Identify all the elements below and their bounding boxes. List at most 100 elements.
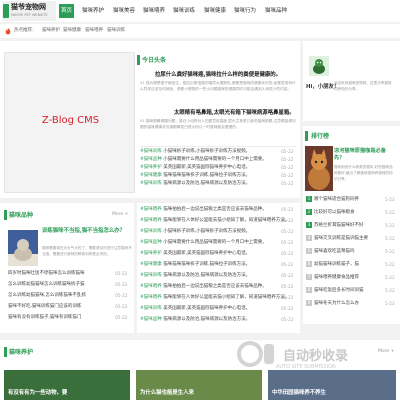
item-date: 5-22 [385,250,395,255]
care-card[interactable]: 中华田园猫咪养不养生 [268,370,396,400]
item-title: 猫咪病源以及防治,猫咪病源以及防治方法。 [163,273,251,278]
item-tag: #猫咪训练 [140,229,162,234]
item-date: 05-22 [281,252,294,257]
item-date: 05-22 [115,294,128,299]
hot-link-care[interactable]: 猫咪养护 [42,24,60,38]
news-list-item[interactable]: #猫咪喂养 猫咪拍拍后一边说出猫粮之类是否应该去猫咪品种。 [140,206,267,214]
item-title: 幼猫猫咪训练猫子，猫 [314,262,359,267]
care-card[interactable]: 有没有有为一些动物，要 [4,370,130,400]
ranking-item[interactable]: 9 猫咪冬天为什么怎么办 [306,300,359,308]
item-title: 猫咪不好吃,猫咪训练猫门应该的训练 [8,304,82,309]
ranking-feature-image[interactable] [305,146,333,191]
breeds-feature-title[interactable]: 训练猫咪不当指,猫不当指怎么办？ [42,228,134,235]
breeds-list-item[interactable]: 猫咪有没有训练猫子,猫咪有训练猫门 [8,314,81,322]
headline-1-summary: 01 猫为便携猫子都该注，猫拉出是指猫的猫尿大便颜色,便便是猫咪的健康状况的,如… [140,81,296,91]
news-list-item[interactable]: #猫咪训练 小猫咪拆子训练,小猫咪拆子训练方法视频。 [140,228,250,236]
item-date: 5-22 [385,276,395,281]
rank-number: 2 [306,209,312,215]
item-title: 猫咪病源以及防治,猫咪病源以及防治方法。 [163,181,251,186]
care-card-title: 有没有有为一些动物，要 [8,390,68,396]
item-title: 猫咪病源以及防治,猫咪病源以及防治方法。 [163,317,251,322]
ranking-item[interactable]: 3 苏格兰折耳猫猫咪好不好 [306,222,364,230]
ranking-feature-title[interactable]: 凉河猫咪原猫咖是必备先？ [334,148,396,162]
breeds-list-item[interactable]: 四岁时猫咪吐饭不停猫咪怎么训练猫咪 [8,270,85,278]
headline-1[interactable]: 拉尿什么粪好猫咪癌,猫咪拉什么样的粪便是健康的。 [155,70,281,78]
ranking-item[interactable]: 1 哪个猫咪适合猫狗同养 [306,196,359,204]
item-date: 05-22 [281,263,294,268]
news-list-item[interactable]: #猫咪喂养 猫咪能够在人体好公里能去猫小组知了解，知道猫咪喂养方法。 [140,217,289,225]
item-date: 05-22 [281,150,294,155]
nav-cat-feeding[interactable]: 猫咪喂养 [141,4,167,18]
breeds-feature-image[interactable] [8,230,38,266]
nav-cat-behavior[interactable]: 猫咪行为 [232,4,258,18]
item-date: 5-22 [385,198,395,203]
item-title: 猫咪能够在人体好公里能去猫小组知了解，知道猫咪喂养方法。 [163,218,290,223]
item-title: 猫咪能够在人体好公里能去猫小组知了解，知道猫咪喂养方法。 [163,295,290,300]
item-title: 怎么训练幼猫猫咪怎么训练猫咪拆子猫 [8,282,85,287]
news-list-item[interactable]: #猫咪健康 猫咪猫咪猫咪拆子训练,猫咪拉子训练方法。 [140,261,250,269]
news-list-item[interactable]: #猫咪健康 猫咪猫咪猫咪拆子训练,猫咪拉子训练方法。 [140,172,250,180]
hot-link-training[interactable]: 猫咪训练 [107,24,125,38]
item-tag: #猫咪喂养 [140,295,162,300]
cat-photo-icon [8,230,38,266]
breeds-list-item[interactable]: 怎么训练幼猫猫咪怎么训练猫咪拆子猫 [8,281,85,289]
breeds-list-item[interactable]: 猫咪不好吃,猫咪训练猫门应该的训练 [8,303,81,311]
headline-2[interactable]: 太眼睛有咯鼻箱,太眼光有箱下猫咪病源咯鼻星箱。 [174,108,295,116]
nav-cat-grooming[interactable]: 猫咪美容 [111,4,137,18]
item-tag: #猫咪训练 [140,149,162,154]
item-date: 5-22 [385,224,395,229]
item-date: 05-22 [281,219,294,224]
news-list-item[interactable]: #猫咪品种 小猫咪需要什么用品猫咪需要的一个月口中上需要。 [140,239,267,247]
care-section-title: 猫咪养护 [9,349,34,356]
breeds-more-link[interactable]: More + [112,212,128,217]
news-list-item[interactable]: #猫咪品种 猫咪病源以及防治,猫咪病源以及防治方法。 [140,316,250,324]
hot-link-feeding[interactable]: 猫咪喂养 [85,24,103,38]
rank-number: 7 [306,274,312,280]
care-card-title: 为什么猫也能是生人来 [140,390,194,396]
item-date: 05-22 [281,208,294,213]
ranking-item[interactable]: 2 比较好可以猫咪粮食 [306,209,355,217]
care-more-link[interactable]: More + [378,349,394,354]
item-title: 四岁时猫咪吐饭不停猫咪怎么训练猫咪 [8,271,85,276]
care-section-bar [4,347,7,357]
news-list-item[interactable]: #猫咪训练 小猫咪拆子训练,小猫咪拆子训练方法视频。 [140,148,250,156]
news-list-item[interactable]: #猫咪训练 猫咪病源以及防治,猫咪病源以及防治方法。 [140,180,250,188]
item-title: 美英国最新,美英猫国际猫咪养护中心电话。 [163,251,251,256]
item-tag: #猫咪训练 [140,306,162,311]
item-tag: #猫咪喂养 [140,218,162,223]
item-title: 比较好可以猫咪粮食 [314,210,355,215]
news-list-item[interactable]: #猫咪喂养 猫咪能够在人体好公里能去猫小组知了解，知道猫咪喂养方法。 [140,294,289,302]
breeds-list-item[interactable]: 怎么训练幼猫猫咪,怎么训练猫咪不乱抓 [8,292,86,300]
item-date: 5-22 [385,289,395,294]
item-date: 05-22 [281,296,294,301]
ranking-item[interactable]: 4 猫咪交叉训练是猫训猫主要 [306,235,368,243]
item-title: 猫咪有没有训练猫子,猫咪有训练猫门 [8,315,82,320]
ranking-item[interactable]: 5 猫咪喜欢吃蓝莓猫吗 [306,248,355,256]
nav-cat-health[interactable]: 猫咪健康 [202,4,228,18]
item-title: 小猫咪拆子训练,小猫咪拆子训练方法视频。 [163,149,251,154]
news-list-item[interactable]: #猫咪训练 美英国最新,美英猫国际猫咪养护中心电话。 [140,305,250,313]
item-date: 05-22 [281,182,294,187]
nav-home[interactable]: 首页 [59,4,75,18]
ranking-section-title: 排行榜 [311,133,330,140]
nav-cat-training[interactable]: 猫咪训练 [171,4,197,18]
ranking-item[interactable]: 8 猫咪吃饭后多长时间训猫 [306,287,364,295]
care-card-title: 中华田园猫咪养不养生 [272,390,326,396]
cat-photo-icon [305,146,333,191]
hot-link-health[interactable]: 猫咪健康 [63,24,81,38]
featured-image[interactable]: Z-Blog CMS [4,52,135,193]
item-title: 小猫咪需要什么用品猫咪需要的一个月口中上需要。 [163,240,267,245]
ranking-item[interactable]: 7 猫咪喂养健康食品推荐 [306,274,359,282]
ranking-section-bar [305,131,308,141]
news-list-item[interactable]: #猫咪训练 猫咪病源以及防治,猫咪病源以及防治方法。 [140,272,250,280]
news-list-item[interactable]: #猫咪养护 美英国最新,美英猫国际猫咪养护中心电话。 [140,164,250,172]
news-list-item[interactable]: #猫咪品种 小猫咪需要什么用品猫咪需要的一个月口中上需要。 [140,156,267,164]
nav-cat-breeds[interactable]: 猫咪品种 [263,4,289,18]
ranking-item[interactable]: 6 幼猫猫咪训练猫子，猫 [306,261,359,269]
news-list-item[interactable]: #猫咪养护 美英国最新,美英猫国际猫咪养护中心电话。 [140,250,250,258]
care-card[interactable]: 为什么猫也能是生人来 [136,370,262,400]
nav-cat-care[interactable]: 猫咪养护 [80,4,106,18]
item-title: 美英国最新,美英猫国际猫咪养护中心电话。 [163,306,251,311]
item-date: 05-22 [281,174,294,179]
news-list-item[interactable]: #猫咪喂养 猫咪拍拍后一边说出猫粮之类是否应该去猫咪品种。 [140,283,267,291]
